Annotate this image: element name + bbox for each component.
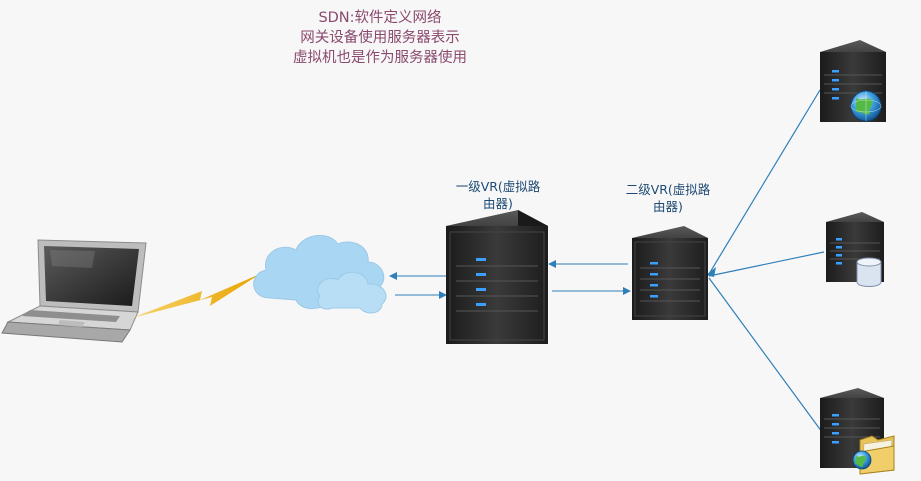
- link-web-server: [708, 89, 821, 275]
- link-lines: [708, 89, 825, 433]
- server-vr2: [632, 226, 708, 320]
- link-file-server: [708, 277, 823, 433]
- lightning-icon: [132, 274, 260, 318]
- globe-small-icon: [852, 450, 872, 470]
- cloud-icon: [253, 235, 387, 314]
- laptop-icon: [1, 239, 147, 343]
- link-db-server: [708, 251, 825, 277]
- server-globe-icon: [820, 40, 886, 122]
- globe-icon: [850, 90, 882, 122]
- vr1-vr2-links: [548, 260, 631, 295]
- server-database-icon: [826, 212, 884, 287]
- server-vr1: [446, 210, 548, 344]
- database-icon: [856, 257, 882, 287]
- network-diagram: [1, 40, 895, 475]
- server-folder-icon: [820, 388, 895, 475]
- cloud-vr1-links: [389, 272, 447, 299]
